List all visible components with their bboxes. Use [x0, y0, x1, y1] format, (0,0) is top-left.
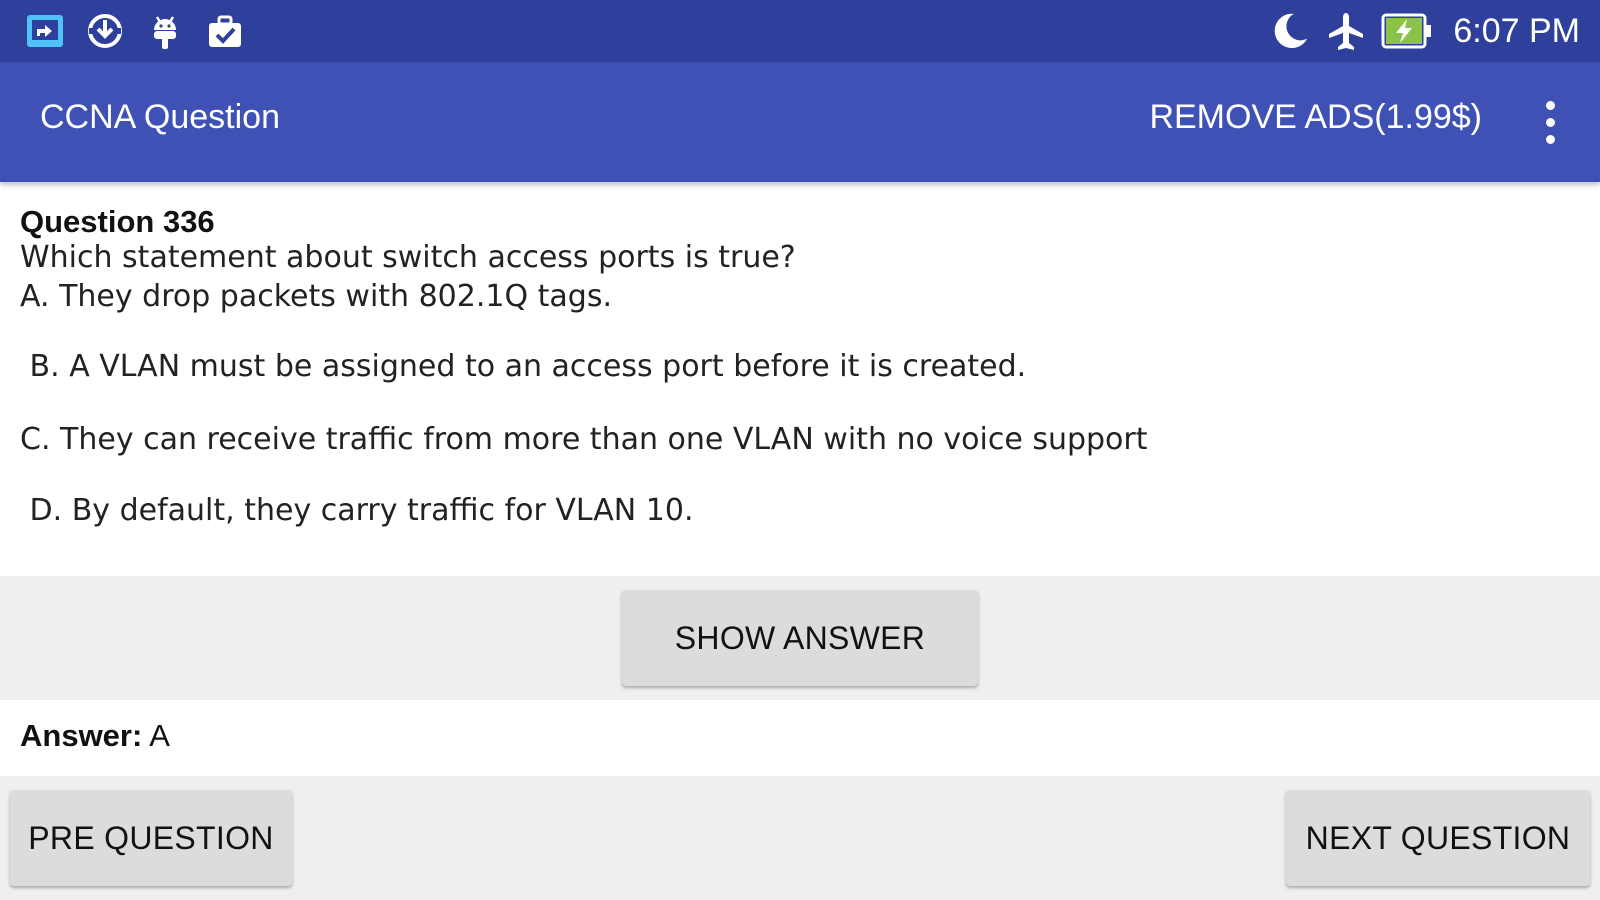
android-icon: [144, 10, 186, 52]
option-b: B. A VLAN must be assigned to an access …: [20, 349, 1027, 384]
pre-question-button[interactable]: PRE QUESTION: [10, 790, 292, 886]
question-title: Question 336: [20, 204, 215, 239]
question-panel: Question 336 Which statement about switc…: [0, 182, 1600, 576]
airplane-mode-icon: [1325, 10, 1367, 52]
status-bar: 6:07 PM: [0, 0, 1600, 62]
answer-label: Answer:: [20, 718, 143, 753]
option-a: A. They drop packets with 802.1Q tags.: [20, 279, 612, 314]
remove-ads-button[interactable]: REMOVE ADS(1.99$): [1149, 98, 1482, 137]
option-d: D. By default, they carry traffic for VL…: [20, 493, 694, 528]
show-answer-bar: SHOW ANSWER: [0, 576, 1600, 700]
option-c: C. They can receive traffic from more th…: [20, 422, 1148, 457]
question-navigation: PRE QUESTION NEXT QUESTION: [0, 776, 1600, 900]
status-right-icons: 6:07 PM: [1269, 8, 1580, 54]
question-text: Which statement about switch access port…: [20, 240, 796, 275]
overflow-menu-icon[interactable]: [1528, 92, 1572, 152]
do-not-disturb-moon-icon: [1269, 10, 1311, 52]
next-question-button[interactable]: NEXT QUESTION: [1286, 790, 1590, 886]
answer-value: A: [149, 718, 170, 753]
status-time: 6:07 PM: [1453, 11, 1580, 50]
app-bar: CCNA Question REMOVE ADS(1.99$): [0, 62, 1600, 182]
show-answer-button[interactable]: SHOW ANSWER: [622, 590, 978, 686]
answer-panel: Answer: A: [0, 700, 1600, 776]
app-title: CCNA Question: [40, 98, 280, 136]
answer-line: Answer: A: [20, 718, 170, 754]
battery-charging-icon: [1381, 10, 1433, 52]
work-briefcase-icon: [204, 10, 246, 52]
screen-share-icon: [24, 10, 66, 52]
status-left-icons: [24, 10, 246, 52]
download-icon: [84, 10, 126, 52]
